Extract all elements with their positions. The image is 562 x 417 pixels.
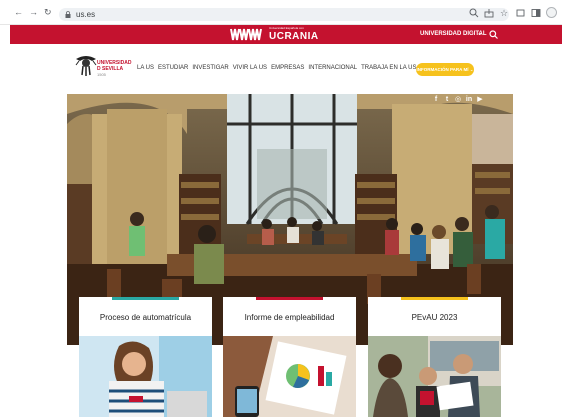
nav-item-vivir[interactable]: VIVIR LA US (233, 65, 267, 72)
nav-item-internacional[interactable]: INTERNACIONAL (308, 65, 357, 72)
card-title[interactable]: Informe de empleabilidad (223, 313, 356, 322)
card-automatricula-image[interactable] (79, 336, 212, 417)
ukraine-banner: Universidad Española con UCRANIA UNIVERS… (10, 25, 562, 44)
twitter-icon[interactable]: t (443, 96, 451, 104)
site-header: UNIVERSIDAD D SEVILLA 1505 LA US ESTUDIA… (10, 44, 562, 94)
profile-avatar[interactable] (546, 7, 557, 18)
card-accent-bar (401, 297, 468, 300)
address-bar[interactable]: us.es (59, 8, 509, 21)
nav-item-estudiar[interactable]: ESTUDIAR (158, 65, 188, 72)
info-para-mi-button[interactable]: INFORMACIÓN PARA MÍ ⌄ (416, 63, 474, 76)
card-accent-bar (112, 297, 179, 300)
card-pevau-image[interactable] (368, 336, 501, 417)
card-empleabilidad[interactable]: Informe de empleabilidad (223, 297, 356, 336)
bookmark-star-icon[interactable]: ☆ (500, 8, 510, 18)
banner-brand[interactable]: UCRANIA (269, 31, 319, 42)
nav-item-trabaja[interactable]: TRABAJA EN LA US (361, 65, 416, 72)
instagram-icon[interactable]: ◎ (454, 96, 462, 104)
card-title[interactable]: PEvAU 2023 (368, 313, 501, 322)
url-text: us.es (76, 10, 96, 19)
browser-toolbar: ← → ↻ us.es ☆ (0, 0, 562, 25)
sidepanel-icon[interactable] (531, 8, 541, 18)
zoom-icon[interactable] (469, 8, 479, 18)
linkedin-icon[interactable]: in (465, 96, 473, 104)
main-nav: LA US ESTUDIAR INVESTIGAR VIVIR LA US EM… (137, 65, 416, 72)
card-automatricula[interactable]: Proceso de automatrícula (79, 297, 212, 336)
reload-icon[interactable]: ↻ (44, 8, 52, 17)
lock-icon (65, 11, 71, 18)
nav-item-investigar[interactable]: INVESTIGAR (192, 65, 228, 72)
forward-icon[interactable]: → (29, 8, 38, 17)
chevron-down-icon[interactable]: ⌄ (477, 30, 483, 38)
card-empleabilidad-image[interactable] (223, 336, 356, 417)
card-pevau[interactable]: PEvAU 2023 (368, 297, 501, 336)
back-icon[interactable]: ← (14, 8, 23, 17)
share-icon[interactable] (484, 8, 494, 18)
search-icon[interactable] (489, 30, 498, 39)
university-name: UNIVERSIDAD D SEVILLA 1505 (97, 60, 132, 77)
university-logo-icon (230, 28, 262, 41)
youtube-icon[interactable]: ▶ (476, 96, 484, 104)
banner-sublabel: Universidad Española con (269, 26, 304, 30)
us-seal-icon[interactable] (74, 51, 98, 77)
extensions-icon[interactable] (516, 8, 526, 18)
nav-item-empresas[interactable]: EMPRESAS (271, 65, 304, 72)
card-accent-bar (256, 297, 323, 300)
social-links: f t ◎ in ▶ (432, 96, 484, 104)
nav-item-la-us[interactable]: LA US (137, 65, 154, 72)
card-title[interactable]: Proceso de automatrícula (79, 313, 212, 322)
facebook-icon[interactable]: f (432, 96, 440, 104)
